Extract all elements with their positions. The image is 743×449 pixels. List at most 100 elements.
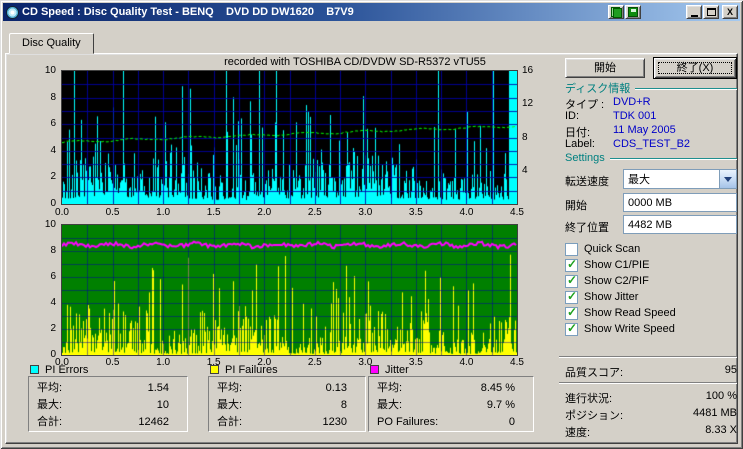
stat-value: 1230 (323, 414, 347, 431)
axis-tick-label: 2.0 (252, 357, 276, 368)
stat-label: 平均: (217, 380, 242, 397)
maximize-icon (707, 8, 716, 16)
disc-date-value: 11 May 2005 (613, 124, 676, 136)
stat-label: 最大: (217, 397, 242, 414)
axis-tick-label: 12 (522, 98, 542, 109)
title-bar[interactable]: CD Speed : Disc Quality Test - BENQ DVD … (3, 3, 740, 21)
stat-value: 8 (341, 397, 347, 414)
stat-value: 12462 (138, 414, 169, 431)
checkbox-box[interactable]: ✓ (565, 291, 578, 304)
stat-value: 8.45 % (481, 380, 515, 397)
stat-value: 0.13 (326, 380, 347, 397)
start-button[interactable]: 開始 (565, 58, 645, 78)
check-icon: ✓ (567, 289, 577, 303)
disc-info-header-label: ディスク情報 (565, 80, 630, 96)
axis-tick-label: 0.5 (101, 207, 125, 218)
pi-errors-chart-canvas (62, 71, 517, 204)
stat-label: 平均: (37, 380, 62, 397)
checkbox-box[interactable]: ✓ (565, 259, 578, 272)
check-icon: ✓ (567, 305, 577, 319)
axis-tick-label: 2 (30, 171, 56, 182)
axis-tick-label: 4.5 (505, 207, 529, 218)
pi-errors-plot (61, 70, 518, 205)
axis-tick-label: 4 (522, 165, 542, 176)
check-icon: ✓ (567, 257, 577, 271)
transfer-speed-select[interactable]: 最大 (623, 169, 737, 189)
checkbox-box[interactable] (565, 243, 578, 256)
axis-tick-label: 2.0 (252, 207, 276, 218)
disc-type-value: DVD+R (613, 96, 651, 108)
chevron-down-icon (724, 177, 732, 186)
axis-tick-label: 10 (30, 65, 56, 76)
transfer-speed-value: 最大 (624, 171, 719, 187)
copy-screen-button[interactable] (608, 5, 624, 19)
disc-label-label: Label: (565, 138, 595, 150)
stat-value: 1.54 (148, 380, 169, 397)
stat-value: 9.7 % (487, 397, 515, 414)
stat-label: 平均: (377, 380, 402, 397)
check-icon: ✓ (567, 273, 577, 287)
checkbox-box[interactable]: ✓ (565, 323, 578, 336)
pi-failures-chart-canvas (62, 225, 517, 355)
stat-label: 最大: (377, 397, 402, 414)
checkbox-label: Show Write Speed (584, 323, 675, 335)
start-position-field[interactable] (623, 193, 737, 212)
axis-tick-label: 2 (30, 323, 56, 334)
disc-id-value: TDK 001 (613, 110, 656, 122)
axis-tick-label: 6 (30, 271, 56, 282)
axis-tick-label: 8 (30, 92, 56, 103)
maximize-button[interactable] (703, 5, 719, 19)
check-icon: ✓ (567, 321, 577, 335)
checkbox-show-read-speed[interactable]: ✓ Show Read Speed (565, 305, 737, 321)
checkbox-label: Show Read Speed (584, 307, 676, 319)
save-icon (628, 7, 638, 17)
tab-label: Disc Quality (22, 37, 81, 49)
position-value: 4481 MB (637, 407, 737, 419)
quality-score-value: 95 (637, 364, 737, 376)
app-disc-icon (6, 6, 19, 19)
pi-errors-stats-box: 平均:1.54 最大:10 合計:12462 (28, 376, 188, 432)
axis-tick-label: 3.0 (353, 357, 377, 368)
end-position-field[interactable] (623, 215, 737, 234)
checkbox-quick-scan[interactable]: Quick Scan (565, 241, 737, 257)
window-title: CD Speed : Disc Quality Test - BENQ DVD … (22, 6, 607, 18)
checkbox-show-c1-pie[interactable]: ✓Show C1/PIE (565, 257, 737, 273)
end-position-label: 終了位置 (565, 219, 609, 235)
checkbox-label: Show C2/PIF (584, 275, 649, 287)
axis-tick-label: 4 (30, 145, 56, 156)
separator-line (559, 356, 737, 358)
axis-tick-label: 8 (30, 245, 56, 256)
checkbox-box[interactable]: ✓ (565, 275, 578, 288)
pi-failures-stats-box: 平均:0.13 最大:8 合計:1230 (208, 376, 366, 432)
axis-tick-label: 10 (30, 219, 56, 230)
checkbox-box[interactable]: ✓ (565, 307, 578, 320)
exit-button[interactable]: 終了(X) (653, 57, 737, 79)
minimize-icon (691, 15, 698, 17)
section-rule (635, 88, 737, 90)
app-window: CD Speed : Disc Quality Test - BENQ DVD … (0, 0, 743, 449)
axis-tick-label: 2.5 (303, 357, 327, 368)
axis-tick-label: 4.0 (454, 357, 478, 368)
stat-value: 0 (509, 414, 515, 431)
minimize-button[interactable] (686, 5, 702, 19)
stat-label: PO Failures: (377, 414, 438, 431)
axis-tick-label: 6 (30, 118, 56, 129)
checkbox-show-c2-pif[interactable]: ✓ Show C2/PIF (565, 273, 737, 289)
checkbox-show-write-speed[interactable]: ✓ Show Write Speed (565, 321, 737, 337)
checkbox-label: Quick Scan (584, 243, 640, 255)
save-results-button[interactable] (625, 5, 641, 19)
transfer-speed-label: 転送速度 (565, 173, 609, 189)
pi-errors-swatch-icon (30, 365, 39, 374)
tab-disc-quality[interactable]: Disc Quality (9, 33, 94, 54)
axis-tick-label: 1.5 (202, 357, 226, 368)
axis-tick-label: 3.0 (353, 207, 377, 218)
settings-header: Settings (565, 152, 737, 164)
axis-tick-label: 4.5 (505, 357, 529, 368)
section-rule (610, 158, 737, 160)
dropdown-button[interactable] (719, 170, 736, 188)
axis-tick-label: 2.5 (303, 207, 327, 218)
checkbox-label: Show Jitter (584, 291, 638, 303)
disc-info-header: ディスク情報 (565, 80, 737, 96)
checkbox-show-jitter[interactable]: ✓ Show Jitter (565, 289, 737, 305)
close-button[interactable]: X (722, 5, 738, 19)
